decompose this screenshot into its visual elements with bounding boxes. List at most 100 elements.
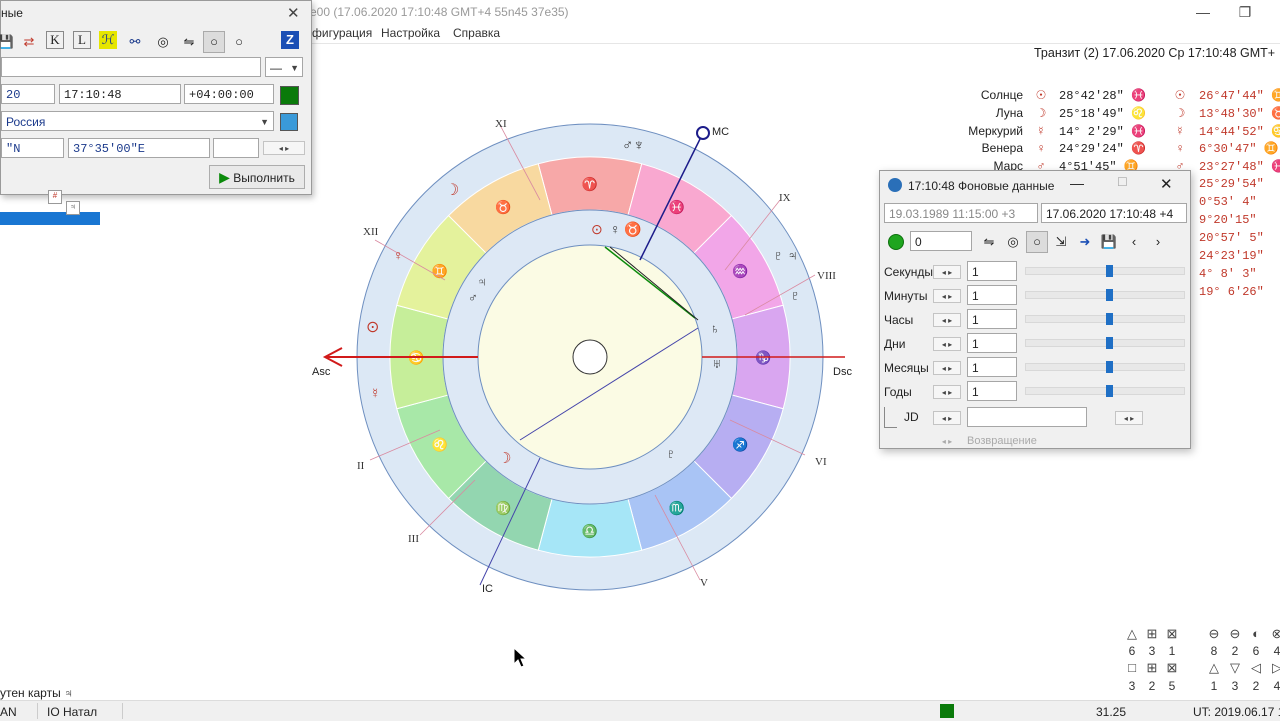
close-icon[interactable]: ✕ (287, 4, 300, 22)
k-icon[interactable]: K (46, 31, 64, 49)
aspect-count-12: 3 (1231, 679, 1239, 693)
days-slider[interactable] (1025, 337, 1185, 349)
months-stepper[interactable]: ◂ ▸ (933, 361, 961, 375)
target-icon[interactable]: ◎ (1002, 231, 1024, 253)
small-chart-icon[interactable]: # (48, 190, 62, 204)
minimize-button[interactable]: — (1188, 2, 1218, 22)
sun-icon: ☉ (1035, 88, 1047, 102)
maximize-icon[interactable]: ☐ (1117, 175, 1128, 189)
days-field[interactable]: 1 (967, 333, 1017, 353)
run-button[interactable]: ▶ Выполнить (209, 165, 305, 189)
jd-field[interactable] (967, 407, 1087, 427)
menu-settings[interactable]: Настройка (381, 26, 440, 40)
place-select-value: Россия (6, 115, 46, 129)
status-green-indicator (940, 704, 954, 718)
natal-chart-wheel[interactable]: ♈♓♒♑♐♏♎♍♌♋♊♉ XI XII II III IX VIII VI V … (300, 100, 860, 610)
aspect-icon-11[interactable]: △ (1206, 660, 1222, 676)
aspect-icon-12[interactable]: ▽ (1227, 660, 1243, 676)
circle-icon[interactable]: ○ (203, 31, 225, 53)
seconds-field[interactable]: 1 (967, 261, 1017, 281)
aspect-icon-8[interactable]: □ (1124, 660, 1140, 675)
map-icon[interactable] (280, 113, 298, 131)
status-bar: AN IO Натал 31.25 UT: 2019.06.17 14 (0, 700, 1280, 721)
h-icon[interactable]: ℋ (99, 31, 117, 49)
swap-icon[interactable]: ⇋ (978, 231, 1000, 253)
longitude-field[interactable]: 37°35'00"E (68, 138, 210, 158)
aspect-icon-6[interactable]: ◐ (1248, 626, 1264, 641)
hours-stepper[interactable]: ◂ ▸ (933, 313, 961, 327)
menu-configuration[interactable]: фигурация (312, 26, 372, 40)
selected-row[interactable] (0, 212, 100, 225)
years-stepper[interactable]: ◂ ▸ (933, 385, 961, 399)
minimize-icon[interactable]: — (1070, 175, 1084, 191)
counter-field[interactable]: 0 (910, 231, 972, 251)
import-icon[interactable]: ➜ (1074, 231, 1096, 253)
years-slider[interactable] (1025, 385, 1185, 397)
seconds-slider[interactable] (1025, 265, 1185, 277)
link-icon[interactable]: ⚯ (124, 31, 146, 53)
days-stepper[interactable]: ◂ ▸ (933, 337, 961, 351)
type-select[interactable]: — ▼ (265, 57, 303, 77)
months-field[interactable]: 1 (967, 357, 1017, 377)
name-field[interactable] (1, 57, 261, 77)
natal-date-field[interactable]: 19.03.1989 11:15:00 +3 (884, 203, 1038, 223)
small-chart-icon-2[interactable]: ♃ (66, 201, 80, 215)
circle-icon[interactable]: ○ (1026, 231, 1048, 253)
place-select[interactable]: Россия ▼ (1, 111, 274, 131)
date-field[interactable]: 20 (1, 84, 55, 104)
aspect-icon-4[interactable]: ⊖ (1206, 626, 1222, 642)
seconds-slider-thumb[interactable] (1106, 265, 1113, 277)
extra-field[interactable] (213, 138, 259, 158)
months-slider[interactable] (1025, 361, 1185, 373)
save-icon[interactable]: 💾 (0, 31, 17, 53)
target-icon[interactable]: ◎ (152, 31, 174, 53)
exchange-icon[interactable]: ⇋ (178, 31, 200, 53)
hours-field[interactable]: 1 (967, 309, 1017, 329)
minutes-slider-thumb[interactable] (1106, 289, 1113, 301)
export-icon[interactable]: ⇲ (1050, 231, 1072, 253)
restore-button[interactable]: ❐ (1230, 2, 1260, 22)
hours-slider[interactable] (1025, 313, 1185, 325)
latitude-field[interactable]: "N (1, 138, 64, 158)
close-icon[interactable]: ✕ (1160, 175, 1173, 193)
months-slider-thumb[interactable] (1106, 361, 1113, 373)
seconds-stepper[interactable]: ◂ ▸ (933, 265, 961, 279)
hours-slider-thumb[interactable] (1106, 313, 1113, 325)
chevron-left-icon[interactable]: ‹ (1123, 231, 1145, 253)
years-slider-thumb[interactable] (1106, 385, 1113, 397)
timezone-field[interactable]: +04:00:00 (184, 84, 274, 104)
years-field[interactable]: 1 (967, 381, 1017, 401)
aspect-icon-10[interactable]: ⊠ (1164, 660, 1180, 676)
jd-stepper-2[interactable]: ◂ ▸ (1115, 411, 1143, 425)
minutes-slider[interactable] (1025, 289, 1185, 301)
jd-stepper[interactable]: ◂ ▸ (933, 411, 961, 425)
minutes-stepper[interactable]: ◂ ▸ (933, 289, 961, 303)
minutes-field[interactable]: 1 (967, 285, 1017, 305)
green-status-icon[interactable] (280, 86, 299, 105)
return-stepper[interactable]: ◂ ▸ (933, 435, 961, 449)
window-title: е00 (17.06.2020 17:10:48 GMT+4 55n45 37e… (310, 5, 569, 19)
days-slider-thumb[interactable] (1106, 337, 1113, 349)
aspect-icon-1[interactable]: △ (1124, 626, 1140, 642)
l-icon[interactable]: L (73, 31, 91, 49)
save-icon[interactable]: 💾 (1098, 231, 1120, 253)
swap-icon[interactable]: ⇄ (18, 31, 40, 53)
aspect-count-13: 2 (1252, 679, 1260, 693)
stepper-arrows[interactable]: ◂ ▸ (263, 141, 305, 155)
aspect-icon-7[interactable]: ⊗ (1269, 626, 1280, 642)
aspect-icon-13[interactable]: ◁ (1248, 660, 1264, 676)
aspect-icon-9[interactable]: ⊞ (1144, 660, 1160, 676)
ring-icon[interactable]: ○ (228, 31, 250, 53)
aspect-icon-2[interactable]: ⊞ (1144, 626, 1160, 642)
menu-help[interactable]: Справка (453, 26, 500, 40)
center-circle (572, 339, 608, 375)
green-dot-icon[interactable] (888, 234, 904, 250)
chevron-right-icon[interactable]: › (1147, 231, 1169, 253)
aspect-icon-3[interactable]: ⊠ (1164, 626, 1180, 642)
z-icon[interactable]: Z (281, 31, 299, 49)
aspect-icon-14[interactable]: ▷ (1269, 660, 1280, 676)
time-field[interactable]: 17:10:48 (59, 84, 181, 104)
transit-date-field[interactable]: 17.06.2020 17:10:48 +4 (1041, 203, 1187, 223)
jd-checkbox[interactable] (884, 407, 897, 428)
aspect-icon-5[interactable]: ⊖ (1227, 626, 1243, 642)
